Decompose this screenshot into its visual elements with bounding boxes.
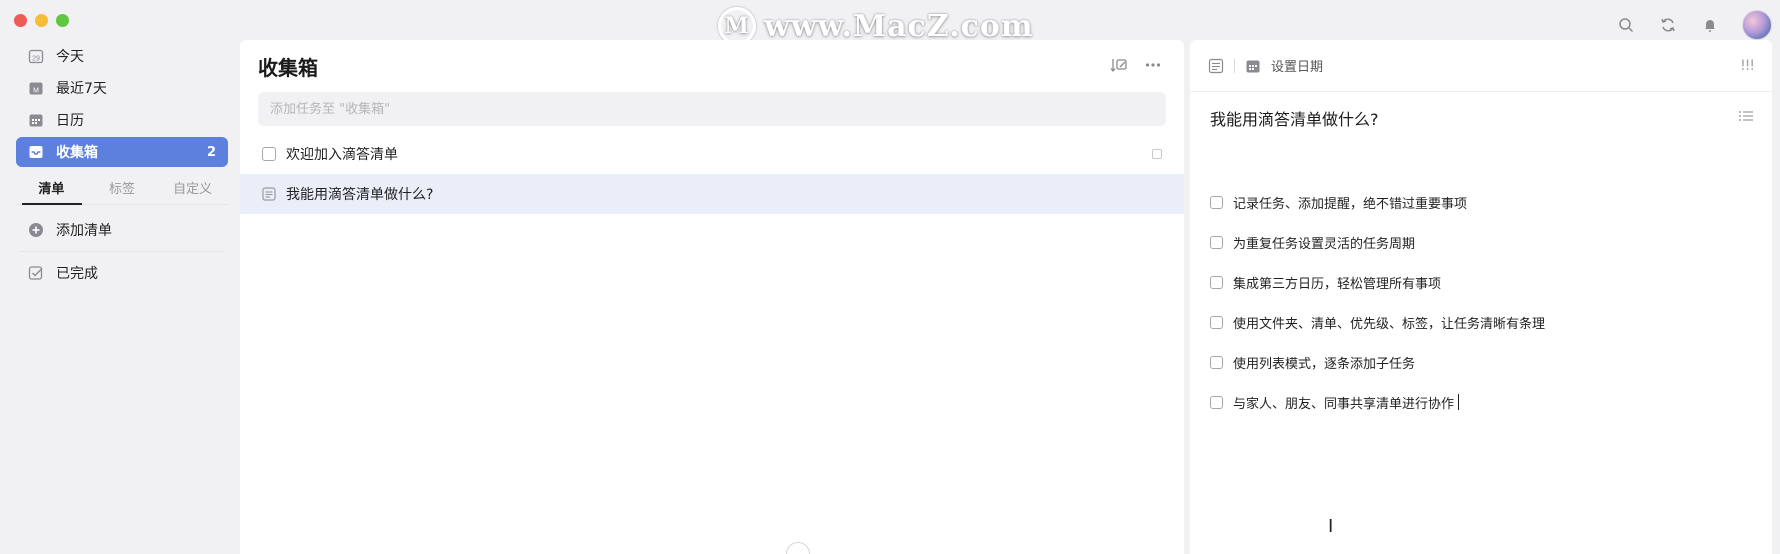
set-date-button[interactable]: 设置日期 <box>1271 56 1323 75</box>
checklist-checkbox[interactable] <box>1210 235 1223 249</box>
task-list-panel: 收集箱 欢迎加入滴答清单 我能用滴答清单做什么? <box>240 40 1184 554</box>
add-list-button[interactable]: 添加清单 <box>16 215 228 245</box>
task-title: 欢迎加入滴答清单 <box>286 147 398 163</box>
search-icon[interactable] <box>1616 15 1636 35</box>
inbox-count-badge: 2 <box>206 144 216 160</box>
add-task-input[interactable] <box>258 92 1166 126</box>
task-list-header: 收集箱 <box>240 40 1184 92</box>
title-bar: M www.MacZ.com <box>0 0 1780 45</box>
checklist-item-text[interactable]: 使用列表模式，逐条添加子任务 <box>1233 353 1415 372</box>
notification-bell-icon[interactable] <box>1700 15 1720 35</box>
svg-text:M: M <box>33 88 39 95</box>
checklist-item-text[interactable]: 为重复任务设置灵活的任务周期 <box>1233 233 1415 252</box>
checklist-item-text[interactable]: 使用文件夹、清单、优先级、标签，让任务清晰有条理 <box>1233 313 1545 332</box>
task-note-indicator-icon <box>1152 149 1162 159</box>
sidebar-item-completed[interactable]: 已完成 <box>16 258 228 288</box>
inbox-icon <box>28 144 44 160</box>
close-window-button[interactable] <box>14 14 27 27</box>
checklist-checkbox[interactable] <box>1210 195 1223 209</box>
page-title: 收集箱 <box>258 55 318 80</box>
checklist-item[interactable]: 使用文件夹、清单、优先级、标签，让任务清晰有条理 <box>1190 302 1772 342</box>
sidebar: 29 今天 M 最近7天 日历 收集箱 2 清单 标签 自定义 添加清单 已完成 <box>8 40 236 554</box>
task-list-actions <box>1110 56 1162 78</box>
header-divider <box>1234 58 1235 73</box>
avatar[interactable] <box>1742 10 1772 40</box>
svg-text:29: 29 <box>32 56 40 63</box>
sidebar-divider <box>20 251 224 252</box>
maximize-window-button[interactable] <box>56 14 69 27</box>
more-options-icon[interactable] <box>1144 56 1162 78</box>
checklist-item-text[interactable]: 与家人、朋友、同事共享清单进行协作 <box>1233 393 1454 412</box>
calendar-week-icon: M <box>28 80 44 96</box>
checklist-item[interactable]: 与家人、朋友、同事共享清单进行协作 <box>1190 382 1772 422</box>
minimize-window-button[interactable] <box>35 14 48 27</box>
tab-tags[interactable]: 标签 <box>87 178 158 197</box>
sidebar-item-label: 今天 <box>56 49 84 65</box>
checklist: 记录任务、添加提醒，绝不错过重要事项 为重复任务设置灵活的任务周期 集成第三方日… <box>1190 182 1772 422</box>
sidebar-item-inbox[interactable]: 收集箱 2 <box>16 137 228 167</box>
checklist-item[interactable]: 集成第三方日历，轻松管理所有事项 <box>1190 262 1772 302</box>
completed-check-icon <box>28 265 44 281</box>
task-detail-title-row: 我能用滴答清单做什么? <box>1190 92 1772 144</box>
sidebar-item-label: 收集箱 <box>56 145 98 161</box>
checklist-item[interactable]: 记录任务、添加提醒，绝不错过重要事项 <box>1190 182 1772 222</box>
sidebar-item-next-7-days[interactable]: M 最近7天 <box>16 73 228 103</box>
checklist-item-text[interactable]: 记录任务、添加提醒，绝不错过重要事项 <box>1233 193 1467 212</box>
note-type-icon[interactable] <box>1208 58 1224 74</box>
sidebar-item-label: 最近7天 <box>56 81 107 97</box>
sync-icon[interactable] <box>1658 15 1678 35</box>
checklist-checkbox[interactable] <box>1210 355 1223 369</box>
active-tab-indicator <box>22 203 82 205</box>
task-row-selected[interactable]: 我能用滴答清单做什么? <box>240 174 1184 214</box>
checklist-mode-icon[interactable] <box>1738 108 1754 128</box>
watermark-text: www.MacZ.com <box>764 8 1034 44</box>
toolbar-right <box>1616 10 1772 40</box>
task-detail-panel: 设置日期 !!! 我能用滴答清单做什么? 记录任务、添加提醒，绝不错过重要事项 … <box>1190 40 1772 554</box>
window-controls <box>14 14 69 27</box>
task-detail-title[interactable]: 我能用滴答清单做什么? <box>1210 106 1379 130</box>
tab-custom[interactable]: 自定义 <box>157 178 228 197</box>
task-detail-header: 设置日期 !!! <box>1190 40 1772 92</box>
calendar-icon <box>28 112 44 128</box>
sidebar-item-label: 日历 <box>56 113 84 129</box>
checklist-checkbox[interactable] <box>1210 315 1223 329</box>
calendar-icon[interactable] <box>1245 58 1261 74</box>
checklist-item[interactable]: 为重复任务设置灵活的任务周期 <box>1190 222 1772 262</box>
list-tabs: 清单 标签 自定义 <box>16 171 228 205</box>
calendar-today-icon: 29 <box>28 48 44 64</box>
ibeam-cursor-icon: I <box>1328 516 1334 537</box>
text-cursor <box>1458 394 1460 410</box>
add-list-label: 添加清单 <box>56 223 112 239</box>
sidebar-item-today[interactable]: 29 今天 <box>16 41 228 71</box>
checklist-checkbox[interactable] <box>1210 275 1223 289</box>
add-circle-icon <box>28 222 44 238</box>
task-row[interactable]: 欢迎加入滴答清单 <box>240 134 1184 174</box>
checklist-item[interactable]: 使用列表模式，逐条添加子任务 <box>1190 342 1772 382</box>
sort-icon[interactable] <box>1110 56 1128 78</box>
checklist-checkbox[interactable] <box>1210 395 1223 409</box>
sidebar-item-calendar[interactable]: 日历 <box>16 105 228 135</box>
note-icon <box>262 187 276 201</box>
scroll-indicator <box>786 542 810 554</box>
task-title: 我能用滴答清单做什么? <box>286 187 434 203</box>
priority-button[interactable]: !!! <box>1740 58 1755 74</box>
task-checkbox[interactable] <box>262 147 276 161</box>
sidebar-item-label: 已完成 <box>56 266 98 282</box>
checklist-item-text[interactable]: 集成第三方日历，轻松管理所有事项 <box>1233 273 1441 292</box>
tab-lists[interactable]: 清单 <box>16 178 87 197</box>
